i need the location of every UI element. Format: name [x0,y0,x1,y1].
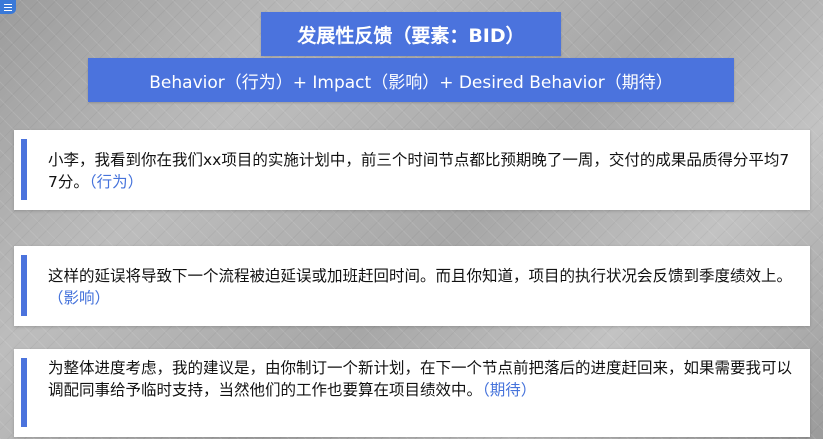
feedback-card-text: 这样的延误将导致下一个流程被迫延误或加班赶回时间。而且你知道，项目的执行状况会反… [48,265,794,309]
feedback-card-behavior: 小李，我看到你在我们xx项目的实施计划中，前三个时间节点都比预期晚了一周，交付的… [14,130,810,210]
feedback-card-body: 这样的延误将导致下一个流程被迫延误或加班赶回时间。而且你知道，项目的执行状况会反… [48,267,793,285]
feedback-card-body: 小李，我看到你在我们xx项目的实施计划中，前三个时间节点都比预期晚了一周，交付的… [48,151,790,191]
feedback-card-text: 为整体进度考虑，我的建议是，由你制订一个新计划，在下一个节点前把落后的进度赶回来… [48,357,794,401]
feedback-card-impact: 这样的延误将导致下一个流程被迫延误或加班赶回时间。而且你知道，项目的执行状况会反… [14,246,810,326]
subtitle-banner: Behavior（行为）+ Impact（影响）+ Desired Behavi… [88,58,734,102]
menu-button[interactable] [0,0,16,14]
feedback-card-desired-behavior: 为整体进度考虑，我的建议是，由你制订一个新计划，在下一个节点前把落后的进度赶回来… [14,349,810,437]
feedback-card-text: 小李，我看到你在我们xx项目的实施计划中，前三个时间节点都比预期晚了一周，交付的… [48,149,794,193]
hamburger-menu-icon [4,3,12,11]
page-title: 发展性反馈（要素：BID） [297,24,525,47]
feedback-card-tag: （期待） [482,381,537,399]
feedback-card-tag: （行为） [88,173,144,191]
page-subtitle: Behavior（行为）+ Impact（影响）+ Desired Behavi… [149,72,673,93]
feedback-card-tag: （影响） [48,289,111,307]
feedback-card-body: 为整体进度考虑，我的建议是，由你制订一个新计划，在下一个节点前把落后的进度赶回来… [48,359,793,399]
title-banner: 发展性反馈（要素：BID） [261,12,561,56]
